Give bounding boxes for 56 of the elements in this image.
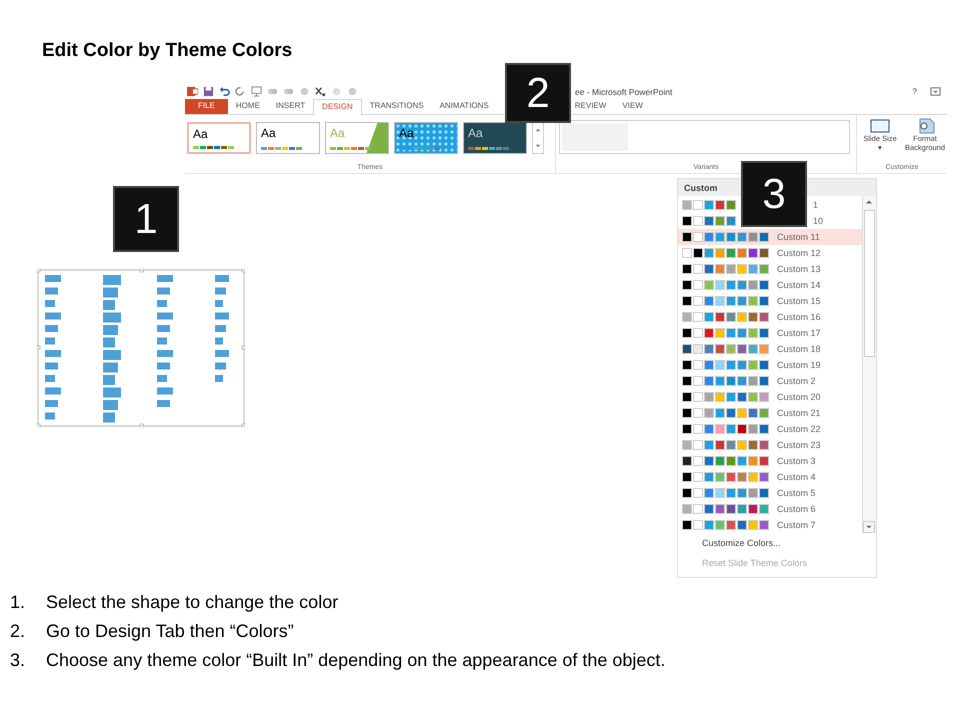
shapes-icon[interactable] (283, 86, 294, 97)
color-scheme-item[interactable]: Custom 11 (678, 229, 862, 245)
app-logo-icon (187, 86, 198, 97)
theme-thumbnail[interactable]: Aa (463, 122, 527, 154)
color-scheme-item[interactable]: Custom 2 (678, 373, 862, 389)
theme-thumbnail[interactable]: Aa (394, 122, 458, 154)
number-badge: 1 (113, 186, 179, 252)
color-scheme-item[interactable]: Custom 13 (678, 261, 862, 277)
color-scheme-item[interactable]: Custom 17 (678, 325, 862, 341)
color-scheme-item[interactable]: Custom 4 (678, 469, 862, 485)
step-number: 1. (10, 591, 26, 614)
menu-item[interactable]: Customize Colors... (678, 533, 876, 553)
ribbon-tab[interactable]: INSERT (268, 99, 314, 114)
color-scheme-item[interactable]: Custom 16 (678, 309, 862, 325)
number-badge: 2 (505, 63, 571, 123)
slide-title: Edit Color by Theme Colors (42, 40, 294, 63)
save-icon[interactable] (203, 86, 214, 97)
undo-icon[interactable] (219, 86, 230, 97)
step-text: Choose any theme color “Built In” depending on the appearance of the object. (46, 649, 666, 672)
theme-thumbnail[interactable]: Aa (187, 122, 251, 154)
ribbon-tab[interactable]: DESIGN (313, 99, 362, 116)
theme-thumbnail[interactable]: Aa (256, 122, 320, 154)
color-scheme-item[interactable]: Custom 6 (678, 501, 862, 517)
color-scheme-item[interactable]: Custom 18 (678, 341, 862, 357)
ribbon-tab[interactable]: ANIMATIONS (432, 99, 497, 114)
color-scheme-item[interactable]: Custom 5 (678, 485, 862, 501)
help-button[interactable]: ? (912, 87, 917, 96)
step-number: 2. (10, 620, 26, 643)
redo-icon[interactable] (235, 86, 246, 97)
ribbon-display-icon[interactable] (930, 86, 941, 97)
color-scheme-item[interactable]: Custom 19 (678, 357, 862, 373)
step-text: Select the shape to change the color (46, 591, 338, 614)
color-scheme-item[interactable]: Custom 7 (678, 517, 862, 533)
ribbon-tab[interactable]: VIEW (614, 99, 651, 114)
slide-size-icon (870, 118, 890, 134)
window-title: ee - Microsoft PowerPoint (575, 86, 672, 96)
color-scheme-item[interactable]: Custom 15 (678, 293, 862, 309)
ribbon-tab[interactable]: FILE (185, 99, 228, 114)
menu-header: Custom (684, 182, 718, 192)
color-scheme-item[interactable]: Custom 3 (678, 453, 862, 469)
shapes-icon[interactable] (267, 86, 278, 97)
scrollbar[interactable] (862, 196, 876, 533)
color-scheme-item[interactable]: Custom 14 (678, 277, 862, 293)
subscript-icon[interactable] (315, 86, 326, 97)
step-text: Go to Design Tab then “Colors” (46, 620, 294, 643)
color-scheme-item[interactable]: Custom 22 (678, 421, 862, 437)
step-number: 3. (10, 649, 26, 672)
color-scheme-item[interactable]: Custom 23 (678, 437, 862, 453)
color-scheme-item[interactable]: Custom 20 (678, 389, 862, 405)
color-scheme-item[interactable]: Custom 21 (678, 405, 862, 421)
color-scheme-item[interactable]: Custom 12 (678, 245, 862, 261)
ribbon-tab[interactable]: HOME (228, 99, 268, 114)
scroll-down-icon[interactable] (863, 521, 875, 533)
ribbon-tab[interactable]: TRANSITIONS (362, 99, 432, 114)
shape-icons-drawing[interactable] (37, 269, 245, 427)
number-badge: 3 (741, 161, 807, 227)
